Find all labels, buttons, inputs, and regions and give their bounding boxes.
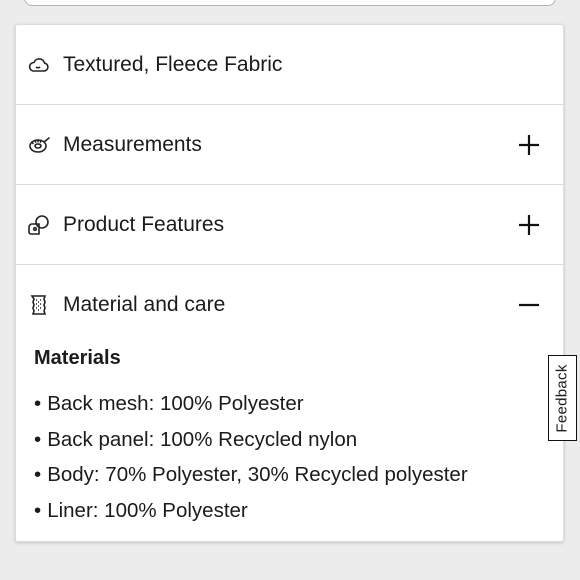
plus-icon[interactable] [517,213,541,237]
top-input-field[interactable] [24,0,556,6]
features-icon [28,215,49,235]
accordion-item-material-and-care[interactable]: Material and care [16,265,563,345]
cloud-icon [28,58,49,72]
accordion-item-label: Textured, Fleece Fabric [63,53,283,76]
accordion-item-fabric: Textured, Fleece Fabric [16,25,563,105]
accordion-item-label: Measurements [63,133,202,156]
feedback-tab[interactable]: Feedback [548,355,577,441]
accordion-item-product-features[interactable]: Product Features [16,185,563,265]
product-details-accordion: Textured, Fleece Fabric Measurements Pro… [15,24,564,542]
list-item: Back mesh: 100% Polyester [34,386,468,422]
materials-list: Back mesh: 100% Polyester Back panel: 10… [34,386,468,529]
list-item: Back panel: 100% Recycled nylon [34,422,468,458]
minus-icon[interactable] [517,293,541,317]
measuring-tape-icon [29,137,50,153]
fabric-swatch-icon [30,295,47,315]
accordion-item-measurements[interactable]: Measurements [16,105,563,185]
accordion-item-label: Material and care [63,293,226,316]
list-item: Body: 70% Polyester, 30% Recycled polyes… [34,457,467,493]
accordion-item-label: Product Features [63,213,225,236]
list-item: Liner: 100% Polyester [34,493,468,529]
materials-heading: Materials [34,347,121,369]
feedback-label: Feedback [554,363,571,433]
plus-icon[interactable] [517,133,541,157]
